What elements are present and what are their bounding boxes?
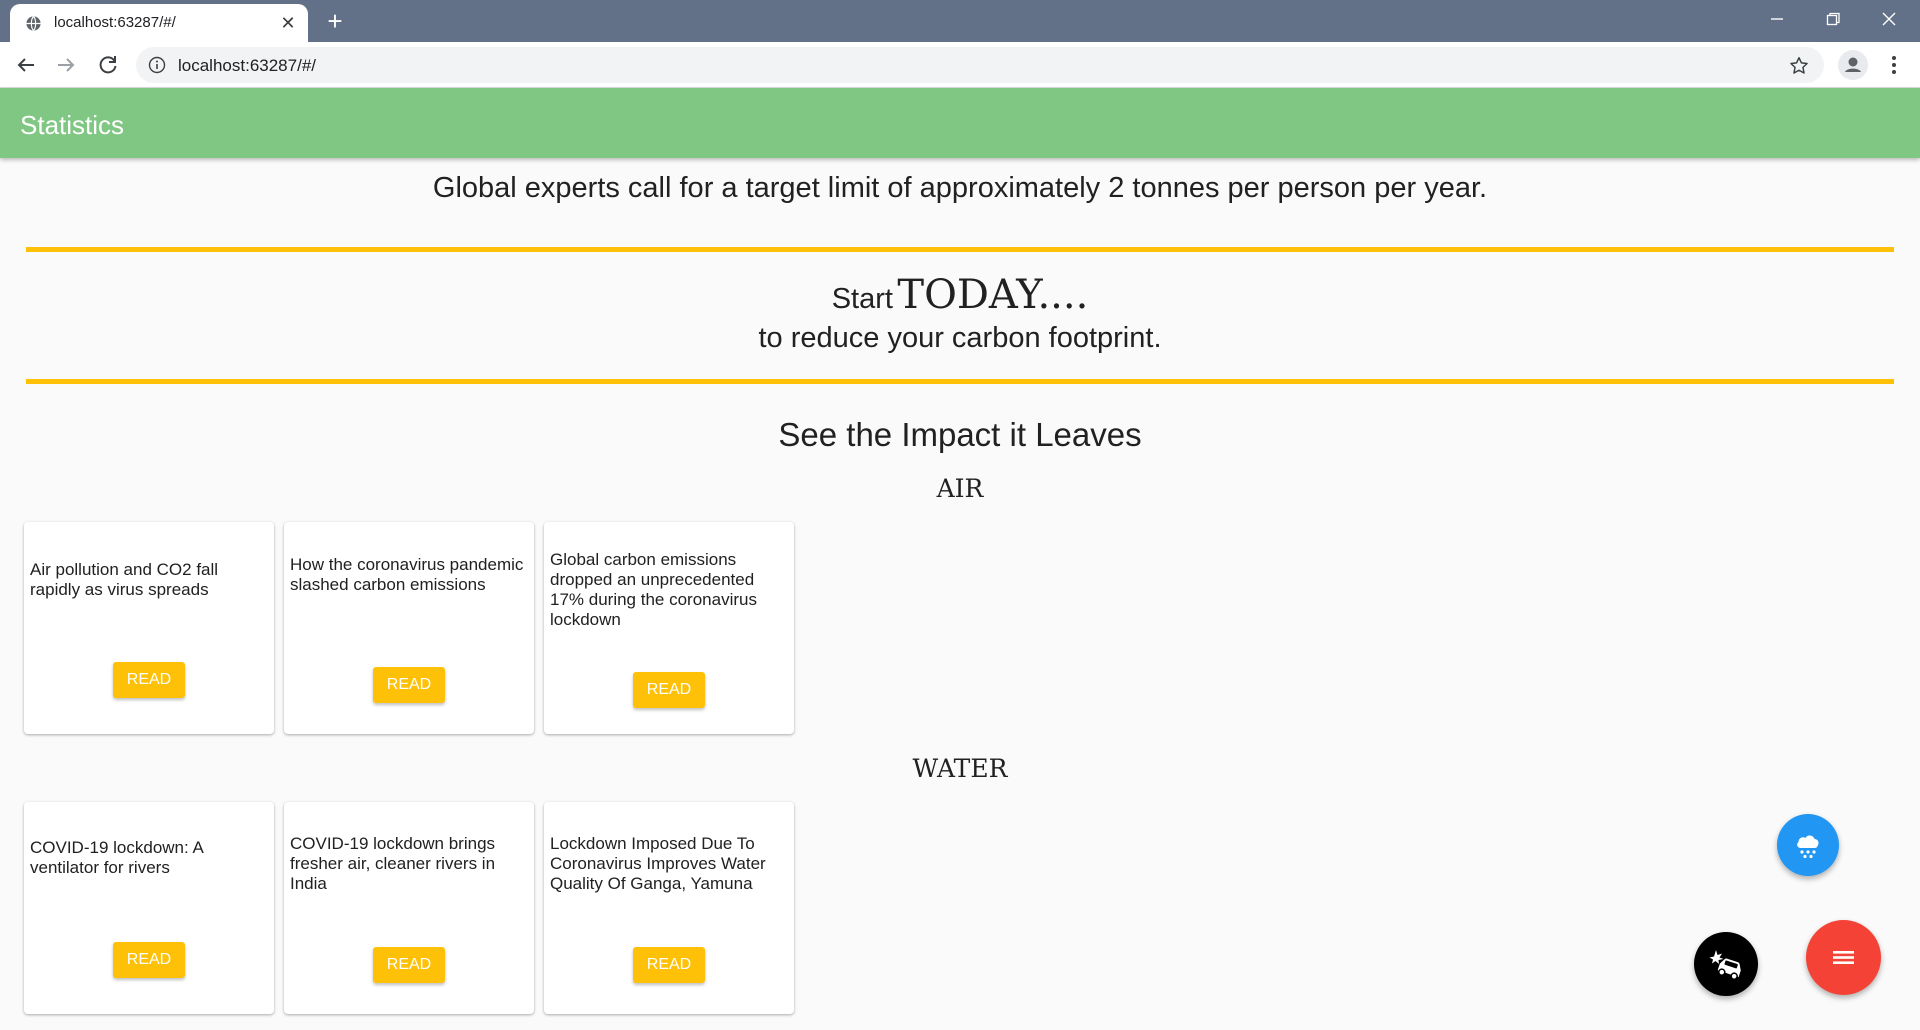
start-today-line: Start TODAY.... (0, 272, 1920, 318)
read-button[interactable]: READ (633, 672, 705, 708)
browser-toolbar: localhost:63287/#/ (0, 42, 1920, 88)
article-title: COVID-19 lockdown: A ventilator for rive… (30, 838, 203, 877)
divider-top (26, 247, 1894, 252)
car-fab-button[interactable] (1694, 932, 1758, 996)
restore-window-icon[interactable] (1820, 6, 1846, 32)
article-title: COVID-19 lockdown brings fresher air, cl… (290, 834, 496, 893)
reload-icon[interactable] (94, 51, 122, 79)
article-card: Lockdown Imposed Due To Coronavirus Impr… (544, 802, 794, 1014)
bookmark-star-icon[interactable] (1788, 55, 1810, 77)
read-button[interactable]: READ (113, 662, 185, 698)
menu-fab-button[interactable] (1806, 920, 1881, 995)
read-button[interactable]: READ (633, 947, 705, 983)
address-bar[interactable]: localhost:63287/#/ (136, 47, 1824, 83)
read-button[interactable]: READ (373, 947, 445, 983)
url-text[interactable]: localhost:63287/#/ (178, 56, 316, 76)
globe-icon (26, 16, 41, 31)
minimize-window-icon[interactable] (1764, 6, 1790, 32)
read-button[interactable]: READ (373, 667, 445, 703)
article-title: Global carbon emissions dropped an unpre… (550, 550, 757, 629)
section-label-water: WATER (912, 754, 1008, 783)
article-card: COVID-19 lockdown: A ventilator for rive… (24, 802, 274, 1014)
back-arrow-icon[interactable] (12, 51, 40, 79)
rain-fab-button[interactable] (1777, 814, 1839, 876)
impact-heading: See the Impact it Leaves (778, 416, 1142, 453)
menu-icon (1833, 951, 1854, 964)
profile-avatar-icon[interactable] (1838, 50, 1868, 80)
tab-title: localhost:63287/#/ (54, 14, 176, 31)
article-card: Air pollution and CO2 fall rapidly as vi… (24, 522, 274, 734)
page-title: Statistics (20, 110, 125, 140)
article-title: How the coronavirus pandemic slashed car… (290, 555, 524, 594)
target-limit-headline: Global experts call for a target limit o… (432, 172, 1488, 204)
cloud-rain-icon (1797, 835, 1819, 859)
site-info-icon[interactable] (148, 56, 166, 74)
close-window-icon[interactable] (1876, 6, 1902, 32)
browser-tab[interactable]: localhost:63287/#/ ✕ (10, 4, 308, 42)
read-button[interactable]: READ (113, 942, 185, 978)
article-title: Lockdown Imposed Due To Coronavirus Impr… (550, 834, 766, 893)
article-card: How the coronavirus pandemic slashed car… (284, 522, 534, 734)
browser-menu-icon[interactable] (1882, 51, 1906, 79)
article-title: Air pollution and CO2 fall rapidly as vi… (30, 560, 219, 599)
today-word: TODAY.... (897, 272, 1089, 318)
car-crash-icon (1709, 950, 1741, 980)
forward-arrow-icon[interactable] (52, 51, 80, 79)
article-card: Global carbon emissions dropped an unpre… (544, 522, 794, 734)
reduce-footprint-text: to reduce your carbon footprint. (758, 322, 1162, 354)
app-bar: Statistics (0, 88, 1920, 158)
browser-tabstrip: localhost:63287/#/ ✕ + (0, 0, 1920, 42)
close-tab-icon[interactable]: ✕ (278, 13, 298, 33)
section-label-air: AIR (936, 474, 984, 503)
start-word: Start (831, 283, 893, 315)
article-card: COVID-19 lockdown brings fresher air, cl… (284, 802, 534, 1014)
divider-bottom (26, 379, 1894, 384)
new-tab-button[interactable]: + (322, 8, 348, 34)
